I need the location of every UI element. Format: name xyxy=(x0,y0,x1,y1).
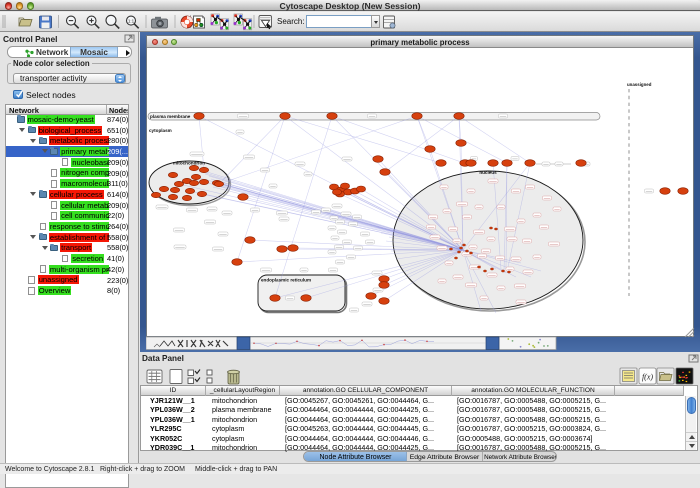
svg-text:f(x): f(x) xyxy=(642,373,653,382)
